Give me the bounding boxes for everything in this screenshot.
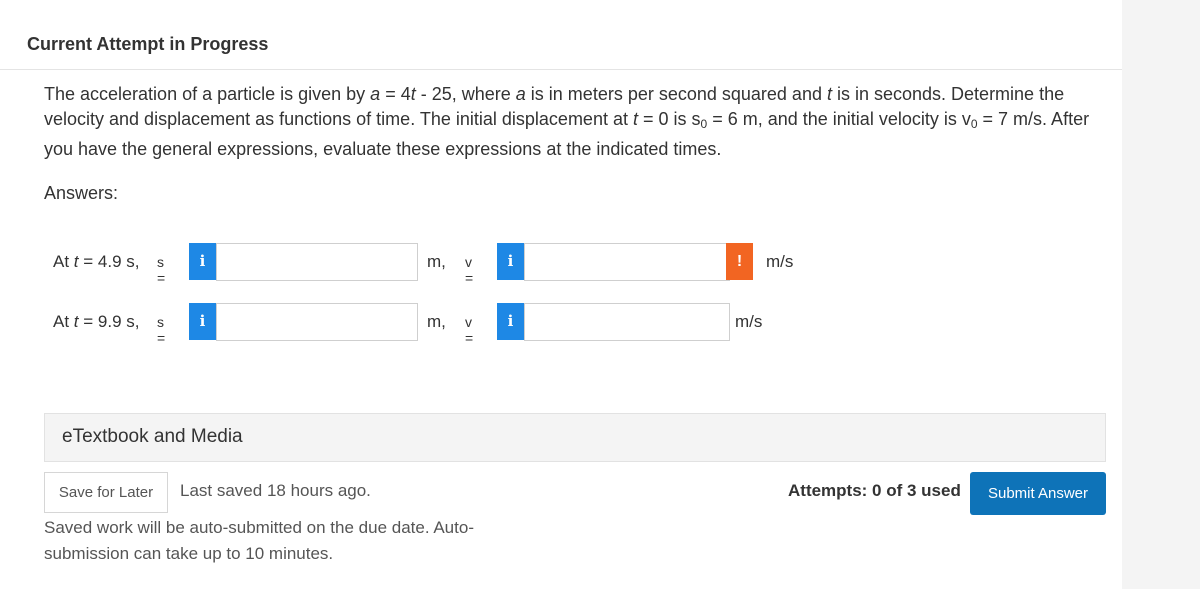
etextbook-label: eTextbook and Media — [62, 426, 243, 447]
info-icon[interactable]: i — [497, 243, 524, 280]
etextbook-media-panel[interactable]: eTextbook and Media — [44, 413, 1106, 462]
s-label: s = — [157, 254, 166, 286]
header-divider — [0, 69, 1122, 70]
attempt-header: Current Attempt in Progress — [27, 34, 269, 54]
s-unit: m, — [427, 312, 446, 331]
submit-answer-button[interactable]: Submit Answer — [970, 472, 1106, 515]
info-icon[interactable]: i — [497, 303, 524, 340]
question-text: The acceleration of a particle is given … — [44, 84, 1090, 159]
info-icon[interactable]: i — [189, 303, 216, 340]
s-unit: m, — [427, 252, 446, 271]
s-label: s = — [157, 314, 166, 346]
info-icon[interactable]: i — [189, 243, 216, 280]
time-label: At t = 9.9 s, — [53, 312, 140, 331]
save-for-later-button[interactable]: Save for Later — [44, 472, 168, 513]
time-label: At t = 4.9 s, — [53, 252, 140, 271]
question-card: Current Attempt in Progress The accelera… — [0, 0, 1122, 589]
velocity-input[interactable] — [524, 303, 730, 341]
v-label: v = — [465, 314, 474, 346]
v-unit: m/s — [766, 252, 794, 271]
displacement-input[interactable] — [216, 243, 418, 281]
page-background — [1122, 0, 1200, 589]
displacement-input[interactable] — [216, 303, 418, 341]
auto-submit-notice: Saved work will be auto-submitted on the… — [44, 518, 474, 563]
attempts-counter: Attempts: 0 of 3 used — [788, 481, 961, 500]
warning-icon[interactable]: ! — [726, 243, 753, 280]
v-unit: m/s — [735, 312, 763, 331]
velocity-input[interactable] — [524, 243, 730, 281]
v-label: v = — [465, 254, 474, 286]
last-saved-text: Last saved 18 hours ago. — [180, 481, 371, 500]
answers-label: Answers: — [44, 183, 119, 203]
